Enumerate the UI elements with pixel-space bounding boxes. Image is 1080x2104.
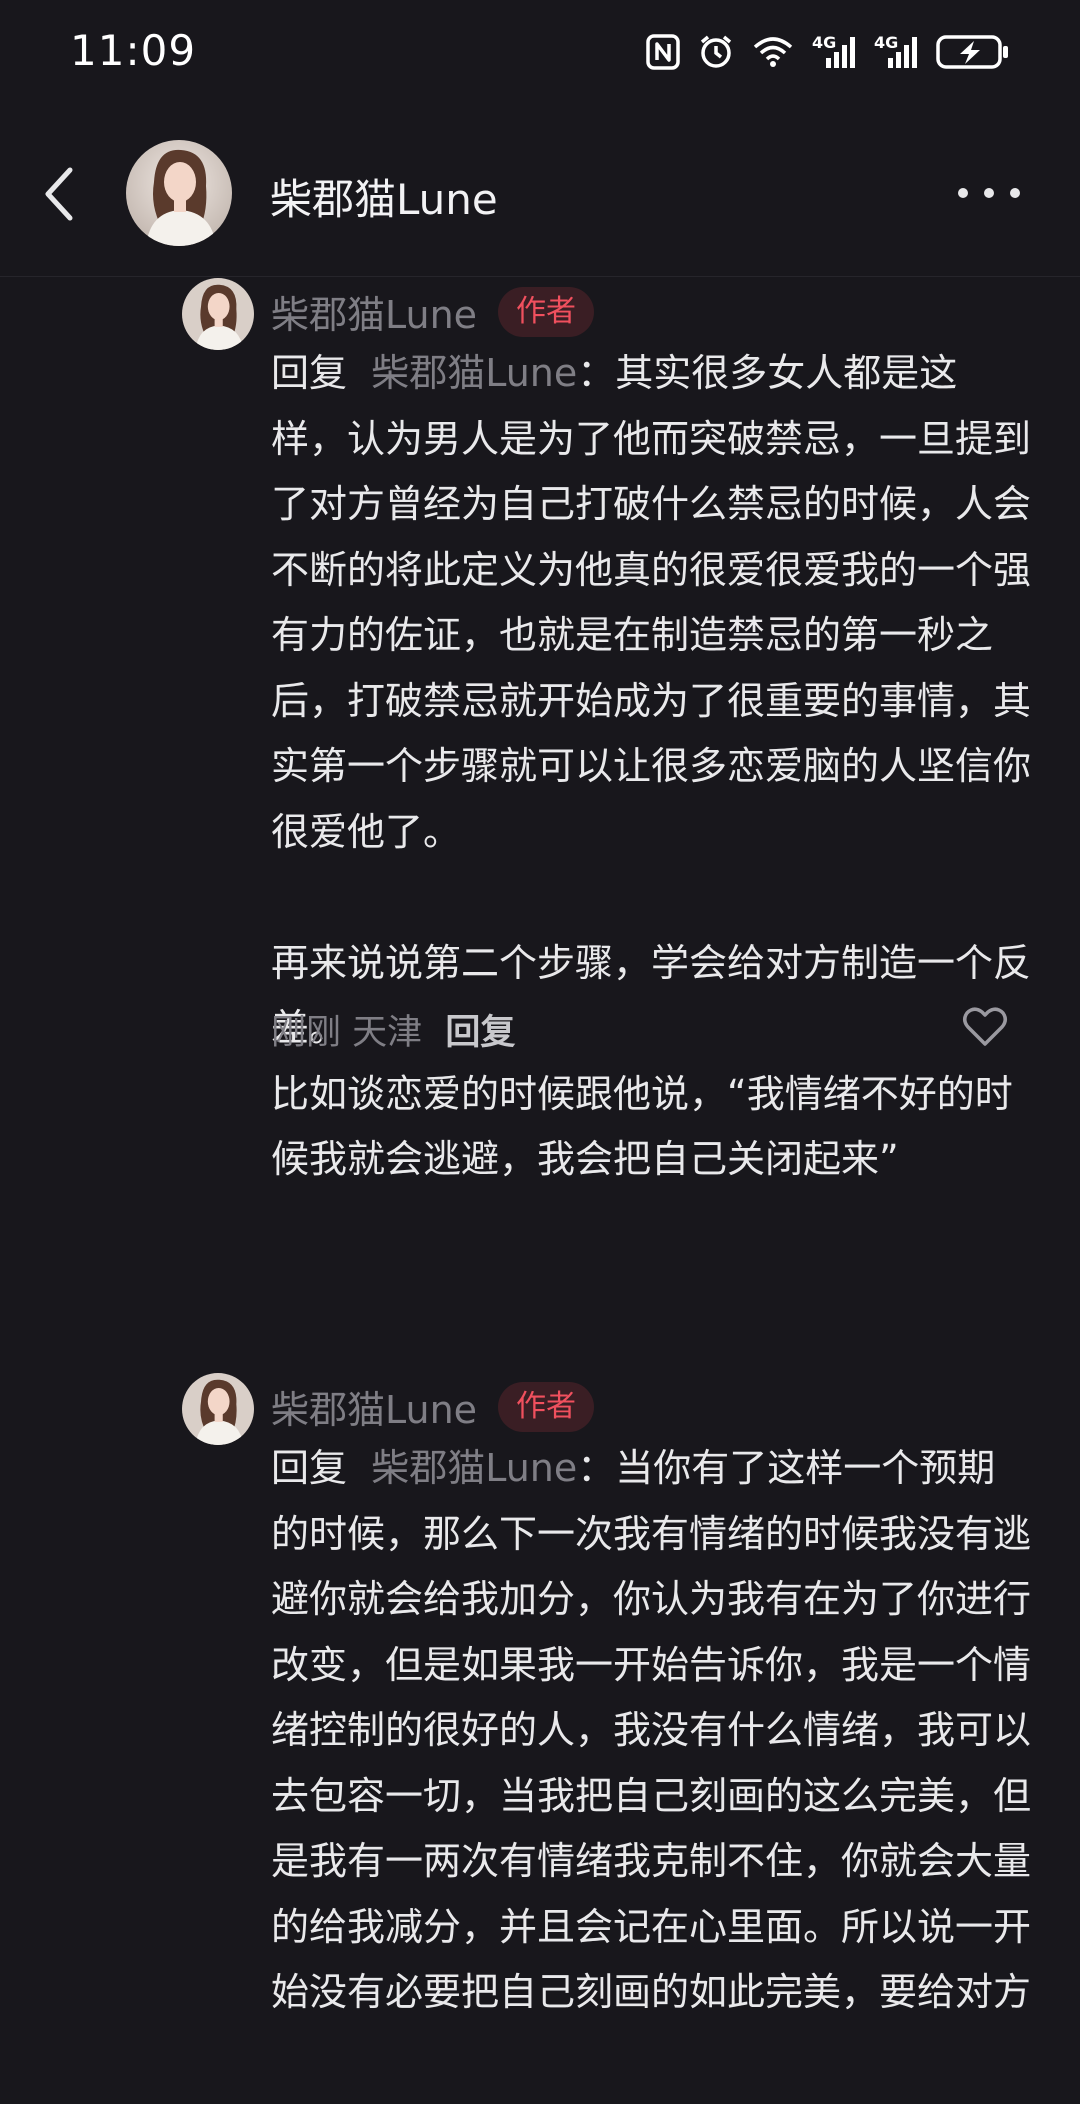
comment-item: 柴郡猫Lune 作者 回复 柴郡猫Lune：其实很多女人都是这样，认为男人是为了… (0, 278, 1080, 1338)
status-bar: 11:09 4G 4G (0, 0, 1080, 110)
comment-meta: 刚刚 天津 回复 (271, 1004, 515, 1055)
heart-icon[interactable] (962, 1006, 1008, 1048)
page-title: 柴郡猫Lune (270, 175, 498, 224)
avatar[interactable] (126, 140, 232, 246)
alarm-icon (700, 35, 732, 68)
status-icons: 4G 4G (646, 34, 1010, 70)
reply-label: 回复 (271, 1446, 348, 1490)
comment-author[interactable]: 柴郡猫Lune (271, 1379, 477, 1434)
comment-text: 其实很多女人都是这样，认为男人是为了他而突破禁忌，一旦提到了对方曾经为自己打破什… (271, 351, 1032, 1181)
comment-text: 当你有了这样一个预期的时候，那么下一次我有情绪的时候我没有逃避你就会给我加分，你… (271, 1446, 1032, 2014)
reply-target[interactable]: 柴郡猫Lune (371, 351, 577, 395)
back-icon[interactable] (36, 162, 86, 226)
header-bar: 柴郡猫Lune (0, 110, 1080, 277)
reply-button[interactable]: 回复 (445, 1013, 515, 1053)
author-badge: 作者 (498, 287, 594, 337)
avatar[interactable] (182, 278, 254, 350)
svg-text:4G: 4G (874, 34, 898, 52)
author-badge: 作者 (498, 1382, 594, 1432)
more-horizontal-icon[interactable] (954, 178, 1024, 208)
comment-item: 柴郡猫Lune 作者 回复 柴郡猫Lune：当你有了这样一个预期的时候，那么下一… (0, 1373, 1080, 2104)
reply-colon: ： (577, 351, 616, 395)
signal-4g-icon: 4G (874, 34, 917, 68)
reply-target[interactable]: 柴郡猫Lune (371, 1446, 577, 1490)
nfc-icon (646, 34, 680, 70)
status-time: 11:09 (70, 26, 197, 75)
wifi-icon (753, 37, 793, 67)
battery-charging-icon (936, 35, 1008, 69)
comment-author[interactable]: 柴郡猫Lune (271, 284, 477, 339)
comment-body: 回复 柴郡猫Lune：其实很多女人都是这样，认为男人是为了他而突破禁忌，一旦提到… (271, 341, 1031, 1193)
svg-text:4G: 4G (812, 34, 836, 52)
comment-time: 刚刚 (271, 1013, 342, 1053)
avatar[interactable] (182, 1373, 254, 1445)
comment-location: 天津 (352, 1013, 423, 1053)
signal-4g-icon: 4G (812, 34, 855, 68)
reply-label: 回复 (271, 351, 348, 395)
comment-body: 回复 柴郡猫Lune：当你有了这样一个预期的时候，那么下一次我有情绪的时候我没有… (271, 1436, 1031, 2026)
reply-colon: ： (577, 1446, 616, 1490)
